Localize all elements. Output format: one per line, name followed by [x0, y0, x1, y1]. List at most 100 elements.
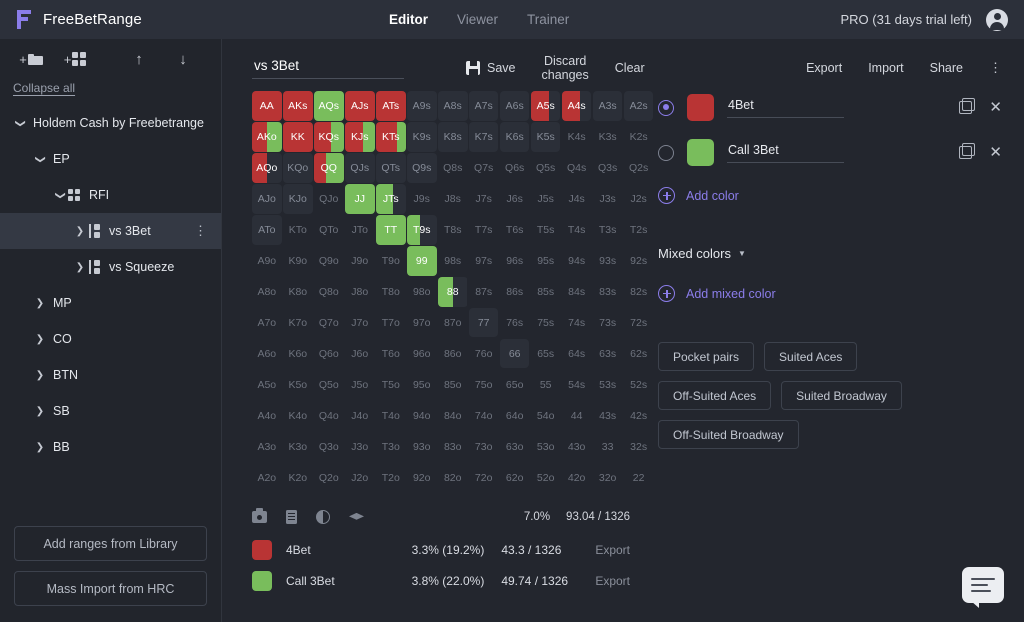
hand-matrix[interactable]: AA AKs AQs AJs ATs A9s A8s A7s A6s A5s A4s A3s A2s AK…	[252, 91, 654, 493]
matrix-cell[interactable]: 73s	[593, 308, 623, 338]
color-swatch[interactable]	[687, 139, 714, 166]
matrix-cell[interactable]: 93o	[407, 432, 437, 462]
matrix-cell[interactable]: Q4s	[562, 153, 592, 183]
matrix-cell[interactable]: Q9s	[406, 152, 437, 183]
matrix-cell[interactable]: T5o	[376, 370, 406, 400]
tree-item-btn[interactable]: ❯ BTN	[0, 357, 221, 393]
matrix-cell[interactable]: K5s	[530, 121, 561, 152]
matrix-cell[interactable]: QTo	[314, 215, 344, 245]
add-mixed-color-button[interactable]: Add mixed color	[658, 285, 1006, 302]
matrix-cell[interactable]: 75s	[531, 308, 561, 338]
matrix-cell[interactable]: T9s	[406, 214, 437, 245]
tree-item-vs-squeeze[interactable]: ❯ vs Squeeze	[0, 249, 221, 285]
matrix-cell[interactable]: T2s	[624, 215, 654, 245]
tree-item-menu-icon[interactable]: ⋮	[194, 224, 207, 237]
matrix-cell[interactable]: 54o	[531, 401, 561, 431]
matrix-cell[interactable]: J5o	[345, 370, 375, 400]
matrix-cell[interactable]: Q6s	[500, 153, 530, 183]
matrix-cell[interactable]: 82s	[624, 277, 654, 307]
matrix-cell[interactable]: A3s	[592, 91, 623, 121]
matrix-cell[interactable]: J9o	[345, 246, 375, 276]
matrix-cell[interactable]: 32o	[593, 463, 623, 493]
color-swatch[interactable]	[687, 94, 714, 121]
sidebar-button-1[interactable]: Mass Import from HRC	[14, 571, 207, 606]
matrix-cell[interactable]: K7s	[468, 121, 499, 152]
matrix-cell[interactable]: JTs	[375, 183, 406, 214]
matrix-cell[interactable]: A5s	[530, 91, 561, 121]
matrix-cell[interactable]: J8o	[345, 277, 375, 307]
tree-item-co[interactable]: ❯ CO	[0, 321, 221, 357]
matrix-cell[interactable]: 53o	[531, 432, 561, 462]
chevron-down-icon[interactable]: ❯	[55, 187, 66, 203]
matrix-cell[interactable]: K7o	[283, 308, 313, 338]
matrix-cell[interactable]: 95o	[407, 370, 437, 400]
matrix-cell[interactable]: Q8s	[438, 153, 468, 183]
matrix-cell[interactable]: A9o	[252, 246, 282, 276]
matrix-cell[interactable]: K2s	[624, 122, 654, 152]
matrix-cell[interactable]: 44	[562, 401, 592, 431]
matrix-cell[interactable]: K9s	[406, 121, 437, 152]
clear-button[interactable]: Clear	[615, 61, 645, 75]
close-icon[interactable]: ✕	[989, 100, 1002, 115]
matrix-cell[interactable]: 42s	[624, 401, 654, 431]
matrix-cell[interactable]: 74o	[469, 401, 499, 431]
mixed-colors-header[interactable]: Mixed colors ▼	[658, 246, 1006, 261]
matrix-cell[interactable]: A5o	[252, 370, 282, 400]
preset-suited-broadway[interactable]: Suited Broadway	[781, 381, 902, 410]
matrix-cell[interactable]: QQ	[313, 152, 344, 183]
matrix-cell[interactable]: J6s	[500, 184, 530, 214]
matrix-cell[interactable]: 98o	[407, 277, 437, 307]
matrix-cell[interactable]: 86s	[500, 277, 530, 307]
chevron-right-icon[interactable]: ❯	[32, 442, 48, 453]
add-range-button[interactable]: +	[56, 44, 94, 74]
matrix-cell[interactable]: 53s	[593, 370, 623, 400]
matrix-cell[interactable]: T4o	[376, 401, 406, 431]
graduation-cap-icon[interactable]	[349, 512, 364, 522]
tab-editor[interactable]: Editor	[389, 12, 428, 27]
matrix-cell[interactable]: 87s	[469, 277, 499, 307]
matrix-cell[interactable]: Q7o	[314, 308, 344, 338]
matrix-cell[interactable]: A3o	[252, 432, 282, 462]
chevron-down-icon[interactable]: ❯	[35, 151, 46, 167]
matrix-cell[interactable]: AKo	[252, 121, 282, 152]
matrix-cell[interactable]: Q9o	[314, 246, 344, 276]
tab-viewer[interactable]: Viewer	[457, 12, 498, 27]
matrix-cell[interactable]: K8s	[437, 121, 468, 152]
matrix-cell[interactable]: K3s	[593, 122, 623, 152]
matrix-cell[interactable]: QJs	[344, 152, 375, 183]
matrix-cell[interactable]: T2o	[376, 463, 406, 493]
chevron-right-icon[interactable]: ❯	[32, 406, 48, 417]
matrix-cell[interactable]: KJo	[282, 183, 313, 214]
matrix-cell[interactable]: A8s	[437, 91, 468, 121]
matrix-cell[interactable]: T3s	[593, 215, 623, 245]
matrix-cell[interactable]: Q5s	[531, 153, 561, 183]
matrix-cell[interactable]: J7o	[345, 308, 375, 338]
chevron-right-icon[interactable]: ❯	[72, 226, 88, 237]
matrix-cell[interactable]: 96o	[407, 339, 437, 369]
matrix-cell[interactable]: A2s	[623, 91, 654, 121]
matrix-cell[interactable]: 95s	[531, 246, 561, 276]
tab-trainer[interactable]: Trainer	[527, 12, 569, 27]
matrix-cell[interactable]: KTo	[283, 215, 313, 245]
matrix-cell[interactable]: TT	[375, 214, 406, 245]
matrix-cell[interactable]: 85o	[438, 370, 468, 400]
matrix-cell[interactable]: J2o	[345, 463, 375, 493]
matrix-cell[interactable]: 83s	[593, 277, 623, 307]
matrix-cell[interactable]: 88	[437, 276, 468, 307]
matrix-cell[interactable]: KK	[282, 121, 313, 152]
add-folder-button[interactable]: +	[12, 44, 50, 74]
color-radio[interactable]	[658, 144, 674, 161]
matrix-cell[interactable]: J3s	[593, 184, 623, 214]
chevron-down-icon[interactable]: ❯	[15, 115, 26, 131]
matrix-cell[interactable]: 98s	[438, 246, 468, 276]
discard-changes-button[interactable]: Discard changes	[542, 54, 589, 82]
chevron-right-icon[interactable]: ❯	[72, 262, 88, 273]
matrix-cell[interactable]: 74s	[562, 308, 592, 338]
matrix-cell[interactable]: 75o	[469, 370, 499, 400]
tree-item-bb[interactable]: ❯ BB	[0, 429, 221, 465]
matrix-cell[interactable]: T9o	[376, 246, 406, 276]
chat-bubble-icon[interactable]	[962, 567, 1004, 608]
color-name-input[interactable]	[727, 97, 844, 118]
matrix-cell[interactable]: 97s	[469, 246, 499, 276]
matrix-cell[interactable]: K6o	[283, 339, 313, 369]
